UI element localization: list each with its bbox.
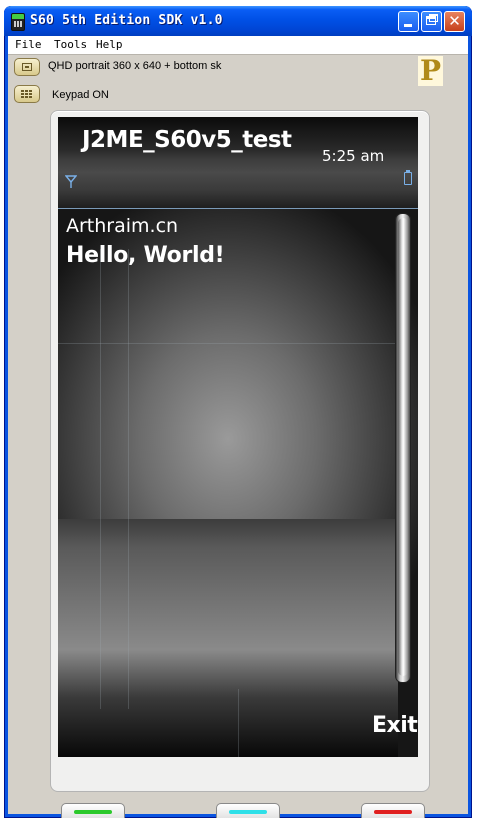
- minimize-button[interactable]: [398, 11, 419, 32]
- phone-device: J2ME_S60v5_test 5:25 am Arthraim.cn Hell…: [50, 110, 430, 818]
- window-title: S60 5th Edition SDK v1.0: [30, 13, 223, 28]
- main-pane: Arthraim.cn Hello, World! Exit: [58, 209, 418, 757]
- scrollbar[interactable]: [395, 213, 411, 683]
- keypad-icon: [21, 90, 33, 98]
- window-client: File Tools Help QHD portrait 360 x 640 +…: [8, 36, 468, 818]
- skin-select-button[interactable]: [14, 58, 40, 76]
- status-pane: J2ME_S60v5_test 5:25 am: [58, 117, 418, 209]
- keypad-toggle-button[interactable]: [14, 85, 40, 103]
- text-line-1: Arthraim.cn: [66, 215, 179, 237]
- menu-help[interactable]: Help: [96, 38, 123, 51]
- scrollbar-thumb[interactable]: [398, 218, 408, 676]
- skin-icon: [22, 63, 32, 71]
- close-button[interactable]: ✕: [444, 11, 465, 32]
- emulator-window: S60 5th Edition SDK v1.0 ✕ File Tools He…: [4, 6, 472, 818]
- background-panel: [58, 519, 398, 757]
- decor-line: [58, 343, 398, 344]
- left-softkey-button[interactable]: [61, 803, 125, 818]
- keypad-label: Keypad ON: [52, 89, 109, 101]
- menu-bar: File Tools Help: [8, 36, 468, 55]
- exit-softkey[interactable]: Exit: [372, 713, 418, 738]
- skin-label: QHD portrait 360 x 640 + bottom sk: [48, 60, 222, 72]
- signal-icon: [65, 175, 77, 188]
- menu-file[interactable]: File: [15, 38, 42, 51]
- battery-icon: [404, 170, 412, 185]
- title-bar[interactable]: S60 5th Edition SDK v1.0 ✕: [4, 6, 472, 36]
- menu-key-button[interactable]: [216, 803, 280, 818]
- decor-line: [100, 249, 101, 709]
- text-line-2: Hello, World!: [66, 243, 225, 268]
- decor-line: [128, 249, 129, 709]
- decor-line: [238, 689, 239, 757]
- app-title: J2ME_S60v5_test: [82, 127, 292, 153]
- close-icon: ✕: [448, 12, 461, 30]
- end-call-button[interactable]: [361, 803, 425, 818]
- menu-tools[interactable]: Tools: [54, 38, 87, 51]
- restore-icon-front: [426, 16, 436, 25]
- p-logo: P: [418, 54, 443, 87]
- phone-screen[interactable]: J2ME_S60v5_test 5:25 am Arthraim.cn Hell…: [58, 117, 418, 757]
- end-call-icon: [374, 810, 412, 814]
- clock: 5:25 am: [322, 147, 385, 165]
- minimize-icon: [404, 24, 412, 27]
- menu-icon: [229, 810, 267, 814]
- phone-app-icon: [11, 13, 25, 31]
- maximize-button[interactable]: [421, 11, 442, 32]
- call-icon: [74, 810, 112, 814]
